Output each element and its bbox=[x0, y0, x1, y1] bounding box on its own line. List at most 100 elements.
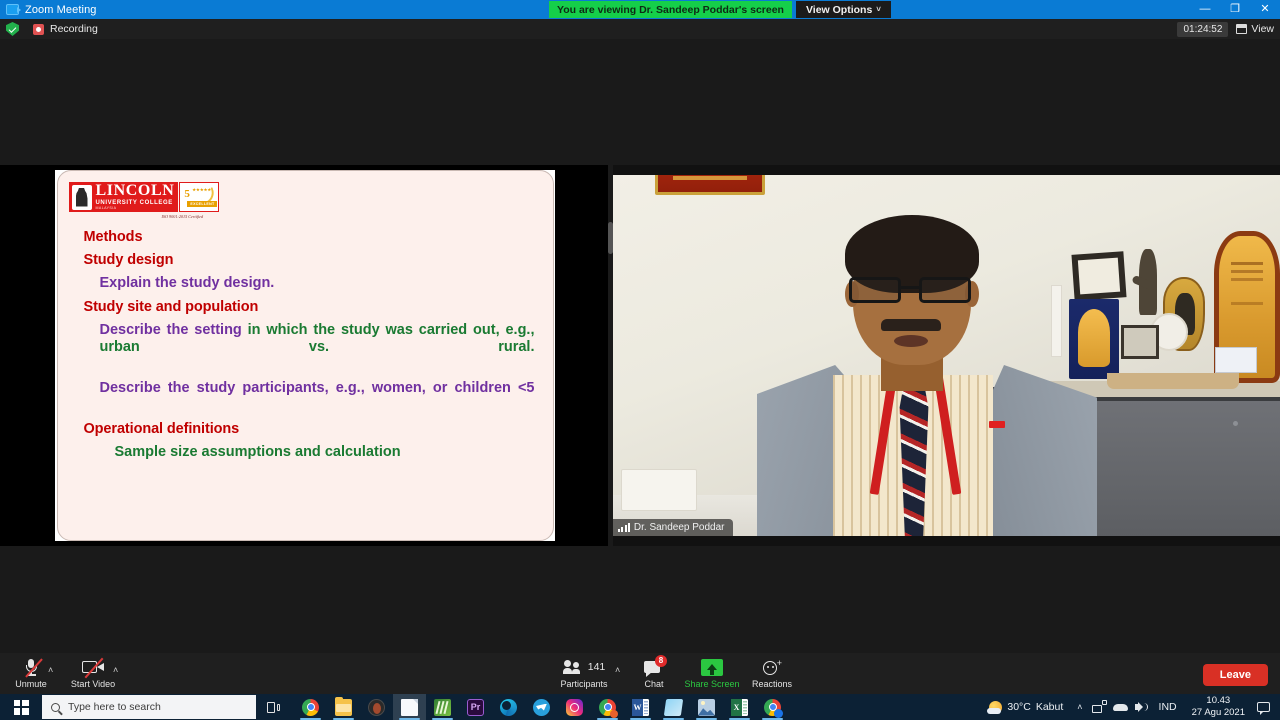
reactions-label: Reactions bbox=[751, 679, 793, 689]
minimize-button[interactable]: — bbox=[1190, 0, 1220, 19]
smiley-plus-icon: + bbox=[763, 657, 782, 677]
record-stop-icon[interactable] bbox=[33, 23, 44, 35]
taskbar-app-photos[interactable] bbox=[690, 694, 723, 720]
taskbar-app-microsoft-teams[interactable] bbox=[657, 694, 690, 720]
video-letterbox-bottom bbox=[613, 536, 1280, 546]
slide-bullet-describe-participants: Describe the study participants, e.g., w… bbox=[100, 380, 535, 415]
dark-circle-icon bbox=[368, 698, 385, 716]
chat-button[interactable]: 8 Chat bbox=[623, 654, 685, 689]
recording-label: Recording bbox=[50, 23, 98, 35]
logo-tagline: MALAYSIA bbox=[95, 206, 117, 211]
edge-icon bbox=[500, 698, 517, 716]
weather-widget[interactable]: 30°C Kabut bbox=[981, 700, 1071, 714]
taskbar-app-chrome-beta[interactable] bbox=[591, 694, 624, 720]
chat-label: Chat bbox=[644, 679, 664, 689]
onedrive-icon[interactable] bbox=[1112, 700, 1128, 714]
video-options-chevron-icon[interactable]: ˄ bbox=[113, 665, 118, 675]
windows-start-icon[interactable] bbox=[0, 694, 42, 720]
view-layout-button[interactable]: View bbox=[1236, 23, 1274, 35]
chrome-icon bbox=[302, 698, 319, 716]
excellence-badge: 5 ★★★★★ EXCELLENT bbox=[179, 182, 220, 212]
taskbar-app-document-app[interactable] bbox=[393, 694, 426, 720]
weather-temperature: 30°C bbox=[1007, 701, 1031, 713]
taskbar-app-chrome-download[interactable] bbox=[756, 694, 789, 720]
document-icon bbox=[401, 698, 418, 716]
unmute-label: Unmute bbox=[15, 679, 47, 689]
taskbar-app-green-leaf-app[interactable] bbox=[426, 694, 459, 720]
iso-certification-note: ISO 9001:2015 Certified bbox=[161, 214, 204, 219]
taskbar-app-unknown-dark-app[interactable] bbox=[360, 694, 393, 720]
video-frame: Dr. Sandeep Poddar bbox=[613, 165, 1280, 546]
taskbar-app-premiere-pro[interactable]: Pr bbox=[459, 694, 492, 720]
camera-off-icon bbox=[82, 657, 104, 679]
recording-bar-right: 01:24:52 View bbox=[1177, 19, 1274, 39]
reactions-button[interactable]: + Reactions bbox=[741, 657, 803, 689]
instagram-icon bbox=[566, 698, 583, 716]
taskbar-app-telegram[interactable] bbox=[525, 694, 558, 720]
display-card bbox=[1215, 347, 1257, 373]
bronze-statue bbox=[1139, 249, 1157, 315]
search-placeholder: Type here to search bbox=[68, 701, 161, 713]
recording-status-bar: Recording 01:24:52 View bbox=[0, 19, 1280, 39]
maximize-button[interactable]: ❐ bbox=[1220, 0, 1250, 19]
audio-options-chevron-icon[interactable]: ˄ bbox=[48, 665, 53, 675]
viewing-screen-label: You are viewing Dr. Sandeep Poddar's scr… bbox=[549, 1, 792, 18]
photos-icon bbox=[698, 698, 715, 716]
view-options-label: View Options bbox=[805, 3, 873, 16]
participants-count: 141 bbox=[587, 661, 606, 673]
logo-main-block: LINCOLN UNIVERSITY COLLEGE MALAYSIA bbox=[68, 182, 179, 212]
search-input[interactable]: Type here to search bbox=[42, 695, 256, 719]
eyeglasses-icon bbox=[849, 277, 975, 303]
taskbar-app-google-chrome[interactable] bbox=[294, 694, 327, 720]
speaker-video-panel[interactable]: Dr. Sandeep Poddar bbox=[613, 165, 1280, 546]
cabinet-screw bbox=[1233, 421, 1238, 426]
leave-meeting-button[interactable]: Leave bbox=[1202, 664, 1268, 686]
slide-body: Methods Study design Explain the study d… bbox=[58, 229, 553, 468]
share-screen-button[interactable]: Share Screen bbox=[681, 657, 743, 689]
network-icon[interactable] bbox=[1091, 700, 1107, 714]
participants-button[interactable]: 141 Participants bbox=[553, 657, 615, 689]
taskbar-apps: Pr W X bbox=[294, 694, 789, 720]
participant-name: Dr. Sandeep Poddar bbox=[633, 522, 725, 533]
system-tray: 30°C Kabut ˄ IND 10.43 27 Agu 2021 bbox=[981, 694, 1280, 720]
taskbar-app-instagram[interactable] bbox=[558, 694, 591, 720]
people-icon: 141 bbox=[562, 657, 606, 677]
signal-strength-icon bbox=[618, 523, 630, 532]
chrome-dl-icon bbox=[764, 698, 783, 718]
taskbar-app-microsoft-edge[interactable] bbox=[492, 694, 525, 720]
shared-screen-panel[interactable]: LINCOLN UNIVERSITY COLLEGE MALAYSIA 5 ★★… bbox=[0, 165, 608, 546]
taskbar-app-file-explorer[interactable] bbox=[327, 694, 360, 720]
search-icon bbox=[51, 702, 60, 712]
participants-chevron-icon[interactable]: ˄ bbox=[615, 665, 620, 675]
taskbar-app-microsoft-word[interactable]: W bbox=[624, 694, 657, 720]
describe-setting-phrase: Describe the setting bbox=[99, 321, 242, 338]
zoom-meeting-window: Zoom Meeting You are viewing Dr. Sandeep… bbox=[0, 0, 1280, 720]
taskbar-clock[interactable]: 10.43 27 Agu 2021 bbox=[1184, 695, 1253, 719]
lincoln-university-logo: LINCOLN UNIVERSITY COLLEGE MALAYSIA 5 ★★… bbox=[68, 182, 220, 212]
speaker-person bbox=[757, 215, 1101, 546]
volume-icon[interactable] bbox=[1134, 700, 1149, 714]
microphone-muted-icon bbox=[24, 657, 43, 678]
meeting-stage: LINCOLN UNIVERSITY COLLEGE MALAYSIA 5 ★★… bbox=[0, 39, 1280, 653]
window-controls: — ❐ ✕ bbox=[1190, 0, 1280, 19]
close-button[interactable]: ✕ bbox=[1250, 0, 1280, 19]
task-view-icon[interactable] bbox=[256, 694, 290, 720]
clock-date: 27 Agu 2021 bbox=[1191, 707, 1245, 718]
shield-check-icon bbox=[6, 22, 19, 36]
badge-number: 5 bbox=[184, 188, 190, 200]
telegram-icon bbox=[533, 698, 550, 716]
taskbar-app-microsoft-excel[interactable]: X bbox=[723, 694, 756, 720]
excel-icon: X bbox=[731, 698, 748, 716]
input-language-indicator[interactable]: IND bbox=[1152, 701, 1184, 713]
sun-cloud-icon bbox=[987, 700, 1003, 714]
leaf-icon bbox=[434, 698, 451, 716]
word-icon: W bbox=[632, 698, 649, 716]
weather-description: Kabut bbox=[1035, 701, 1064, 713]
participant-name-badge: Dr. Sandeep Poddar bbox=[613, 519, 733, 536]
windows-taskbar: Type here to search Pr W X 30°C Kabut ˄ … bbox=[0, 694, 1280, 720]
show-hidden-icons-chevron-icon[interactable]: ˄ bbox=[1071, 702, 1088, 712]
notification-icon[interactable] bbox=[1257, 702, 1270, 715]
start-video-label: Start Video bbox=[70, 679, 116, 689]
slide-bullet-explain-design: Explain the study design. bbox=[99, 275, 275, 292]
view-options-button[interactable]: View Options ˅ bbox=[795, 1, 891, 18]
